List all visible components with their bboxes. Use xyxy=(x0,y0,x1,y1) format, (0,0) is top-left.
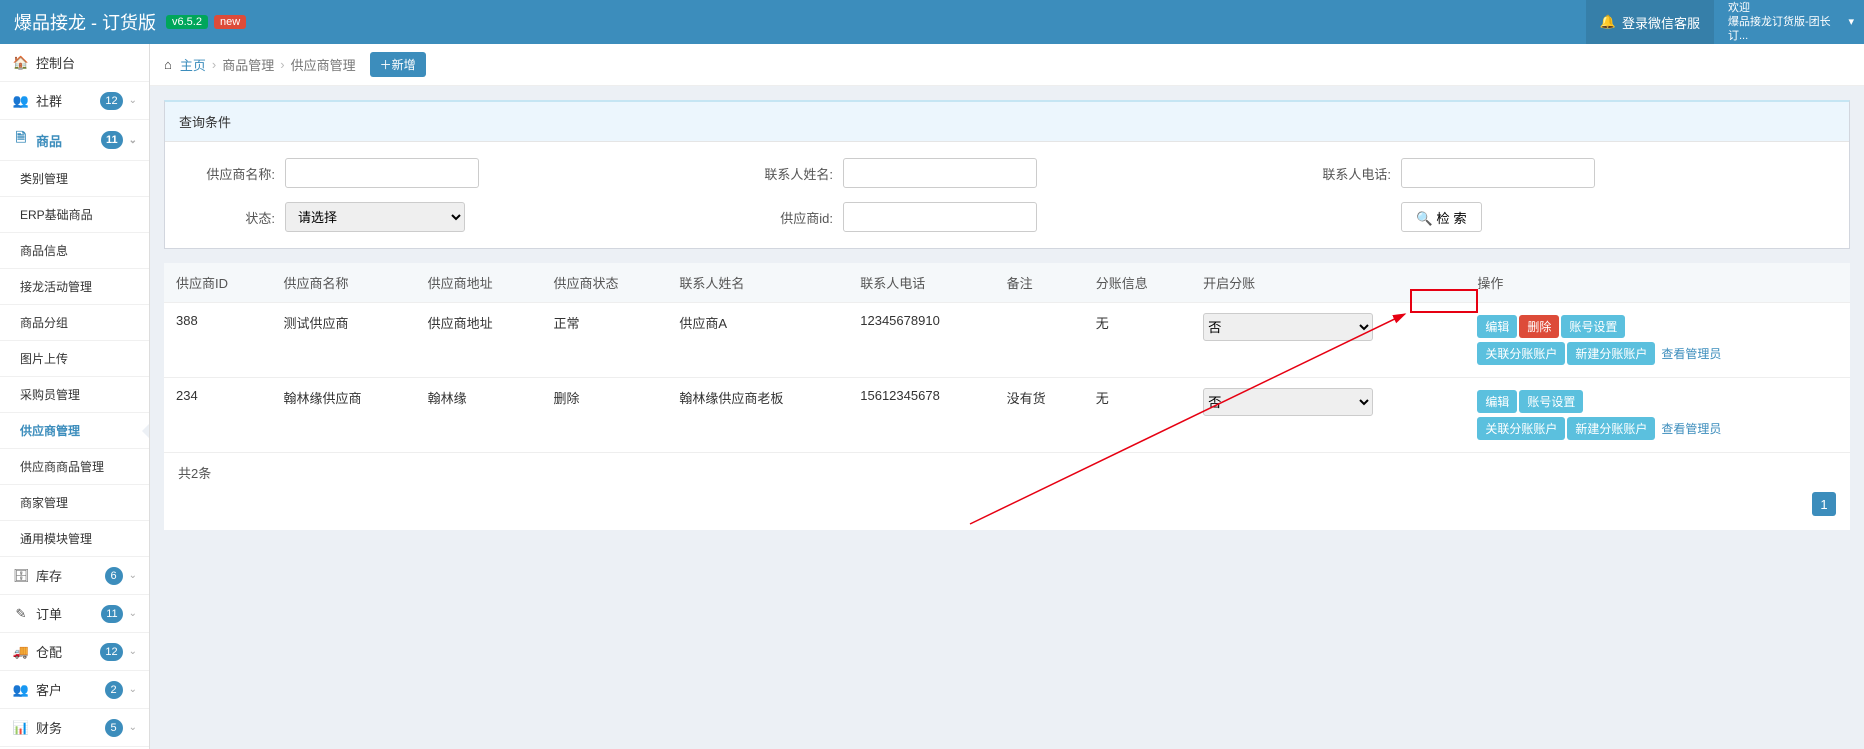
sidebar-sub-item[interactable]: 通用模块管理 xyxy=(0,521,149,557)
app-title: 爆品接龙 - 订货版 xyxy=(14,9,156,35)
row-action-button[interactable]: 编辑 xyxy=(1477,390,1517,413)
sidebar-item-console[interactable]: 🏠控制台 xyxy=(0,44,149,82)
chevron-down-icon: ⌄ xyxy=(129,95,137,106)
sidebar-sub-item[interactable]: 商品信息 xyxy=(0,233,149,269)
row-action-button[interactable]: 账号设置 xyxy=(1519,390,1583,413)
sidebar-item-order[interactable]: ✎订单11⌄ xyxy=(0,595,149,633)
filter-title: 查询条件 xyxy=(165,102,1849,142)
search-button[interactable]: 🔍 检 索 xyxy=(1401,202,1482,232)
chevron-down-icon: ⌄ xyxy=(129,722,137,733)
contact-phone-label: 联系人电话: xyxy=(1301,164,1391,183)
row-action-button[interactable]: 关联分账账户 xyxy=(1477,342,1565,365)
breadcrumb-b1[interactable]: 商品管理 xyxy=(222,55,274,74)
table-header: 联系人姓名 xyxy=(667,263,848,303)
row-action-button[interactable]: 账号设置 xyxy=(1561,315,1625,338)
pagination: 1 xyxy=(1812,492,1850,530)
login-wechat-label: 登录微信客服 xyxy=(1622,13,1700,32)
database-icon: 🗄 xyxy=(12,568,30,584)
bell-icon: 🔔 xyxy=(1600,14,1616,30)
table-header: 备注 xyxy=(995,263,1084,303)
row-action-button[interactable]: 编辑 xyxy=(1477,315,1517,338)
edit-icon: ✎ xyxy=(12,606,30,622)
table-header: 供应商状态 xyxy=(541,263,667,303)
users-icon: 👥 xyxy=(12,93,30,109)
sidebar-item-shipping[interactable]: 🚚仓配12⌄ xyxy=(0,633,149,671)
table-header: 联系人电话 xyxy=(848,263,994,303)
table-header: 分账信息 xyxy=(1084,263,1191,303)
sidebar-sub-item[interactable]: 供应商管理 xyxy=(0,413,149,449)
table-header: 供应商名称 xyxy=(271,263,415,303)
sidebar-item-customer[interactable]: 👥客户2⌄ xyxy=(0,671,149,709)
sidebar-sub-item[interactable]: 商家管理 xyxy=(0,485,149,521)
new-badge: new xyxy=(214,15,246,29)
user-menu[interactable]: 欢迎 爆品接龙订货版-团长订... ▾ xyxy=(1714,0,1864,44)
supplier-name-label: 供应商名称: xyxy=(185,164,275,183)
chevron-down-icon: ⌄ xyxy=(129,684,137,695)
breadcrumb-home[interactable]: 主页 xyxy=(180,55,206,74)
supplier-name-input[interactable] xyxy=(285,158,479,188)
contact-name-input[interactable] xyxy=(843,158,1037,188)
view-admin-link[interactable]: 查看管理员 xyxy=(1657,342,1725,365)
table-header: 操作 xyxy=(1465,263,1850,303)
contact-phone-input[interactable] xyxy=(1401,158,1595,188)
chevron-down-icon: ⌄ xyxy=(129,570,137,581)
row-action-button[interactable]: 删除 xyxy=(1519,315,1559,338)
sidebar-item-community[interactable]: 👥社群12⌄ xyxy=(0,82,149,120)
app-header: 爆品接龙 - 订货版 v6.5.2 new 🔔 登录微信客服 欢迎 爆品接龙订货… xyxy=(0,0,1864,44)
caret-down-icon: ▾ xyxy=(1848,15,1854,29)
file-icon: 🗎 xyxy=(12,129,30,151)
view-admin-link[interactable]: 查看管理员 xyxy=(1657,417,1725,440)
sidebar-sub-item[interactable]: 接龙活动管理 xyxy=(0,269,149,305)
table-row: 388测试供应商供应商地址正常供应商A12345678910无否编辑删除账号设置… xyxy=(164,303,1850,378)
table-row: 234翰林缘供应商翰林缘删除翰林缘供应商老板15612345678没有货无否编辑… xyxy=(164,378,1850,453)
sidebar-sub-item[interactable]: ERP基础商品 xyxy=(0,197,149,233)
table-header: 供应商ID xyxy=(164,263,271,303)
row-action-button[interactable]: 新建分账账户 xyxy=(1567,417,1655,440)
status-label: 状态: xyxy=(185,208,275,227)
search-icon: 🔍 xyxy=(1416,211,1433,226)
sidebar-item-finance[interactable]: 📊财务5⌄ xyxy=(0,709,149,747)
supplier-table: 供应商ID供应商名称供应商地址供应商状态联系人姓名联系人电话备注分账信息开启分账… xyxy=(164,263,1850,530)
sidebar-item-goods[interactable]: 🗎商品11⌄ xyxy=(0,120,149,161)
truck-icon: 🚚 xyxy=(12,644,30,660)
breadcrumb: ⌂ 主页 › 商品管理 › 供应商管理 ＋新增 xyxy=(150,44,1864,86)
sidebar: 🏠控制台 👥社群12⌄ 🗎商品11⌄ 类别管理ERP基础商品商品信息接龙活动管理… xyxy=(0,44,150,749)
dashboard-icon: 🏠 xyxy=(12,55,30,71)
contact-name-label: 联系人姓名: xyxy=(743,164,833,183)
add-button[interactable]: ＋新增 xyxy=(370,52,426,77)
row-action-button[interactable]: 新建分账账户 xyxy=(1567,342,1655,365)
sidebar-sub-item[interactable]: 图片上传 xyxy=(0,341,149,377)
sidebar-sub-item[interactable]: 供应商商品管理 xyxy=(0,449,149,485)
sidebar-sub-item[interactable]: 类别管理 xyxy=(0,161,149,197)
status-select[interactable]: 请选择 xyxy=(285,202,465,232)
split-toggle-select[interactable]: 否 xyxy=(1203,388,1373,416)
sidebar-sub-item[interactable]: 采购员管理 xyxy=(0,377,149,413)
total-count: 共2条 xyxy=(164,453,1850,492)
supplier-id-input[interactable] xyxy=(843,202,1037,232)
login-wechat-button[interactable]: 🔔 登录微信客服 xyxy=(1586,0,1714,44)
table-header: 供应商地址 xyxy=(416,263,542,303)
breadcrumb-b2: 供应商管理 xyxy=(291,55,356,74)
welcome-sub: 爆品接龙订货版-团长订... xyxy=(1728,15,1850,44)
page-1[interactable]: 1 xyxy=(1812,492,1836,516)
table-header: 开启分账 xyxy=(1191,263,1465,303)
row-action-button[interactable]: 关联分账账户 xyxy=(1477,417,1565,440)
sidebar-item-stock[interactable]: 🗄库存6⌄ xyxy=(0,557,149,595)
chevron-down-icon: ⌄ xyxy=(129,608,137,619)
filter-panel: 查询条件 供应商名称: 联系人姓名: 联系人电话: 状态:请选择 供应商id: … xyxy=(164,100,1850,249)
users-icon: 👥 xyxy=(12,682,30,698)
welcome-label: 欢迎 xyxy=(1728,1,1850,15)
version-badge: v6.5.2 xyxy=(166,15,208,29)
chevron-down-icon: ⌄ xyxy=(129,135,137,146)
main-content: ⌂ 主页 › 商品管理 › 供应商管理 ＋新增 查询条件 供应商名称: 联系人姓… xyxy=(150,44,1864,749)
supplier-id-label: 供应商id: xyxy=(743,208,833,227)
chevron-down-icon: ⌄ xyxy=(129,646,137,657)
sidebar-sub-item[interactable]: 商品分组 xyxy=(0,305,149,341)
home-icon: ⌂ xyxy=(164,57,172,72)
split-toggle-select[interactable]: 否 xyxy=(1203,313,1373,341)
chart-icon: 📊 xyxy=(12,720,30,736)
